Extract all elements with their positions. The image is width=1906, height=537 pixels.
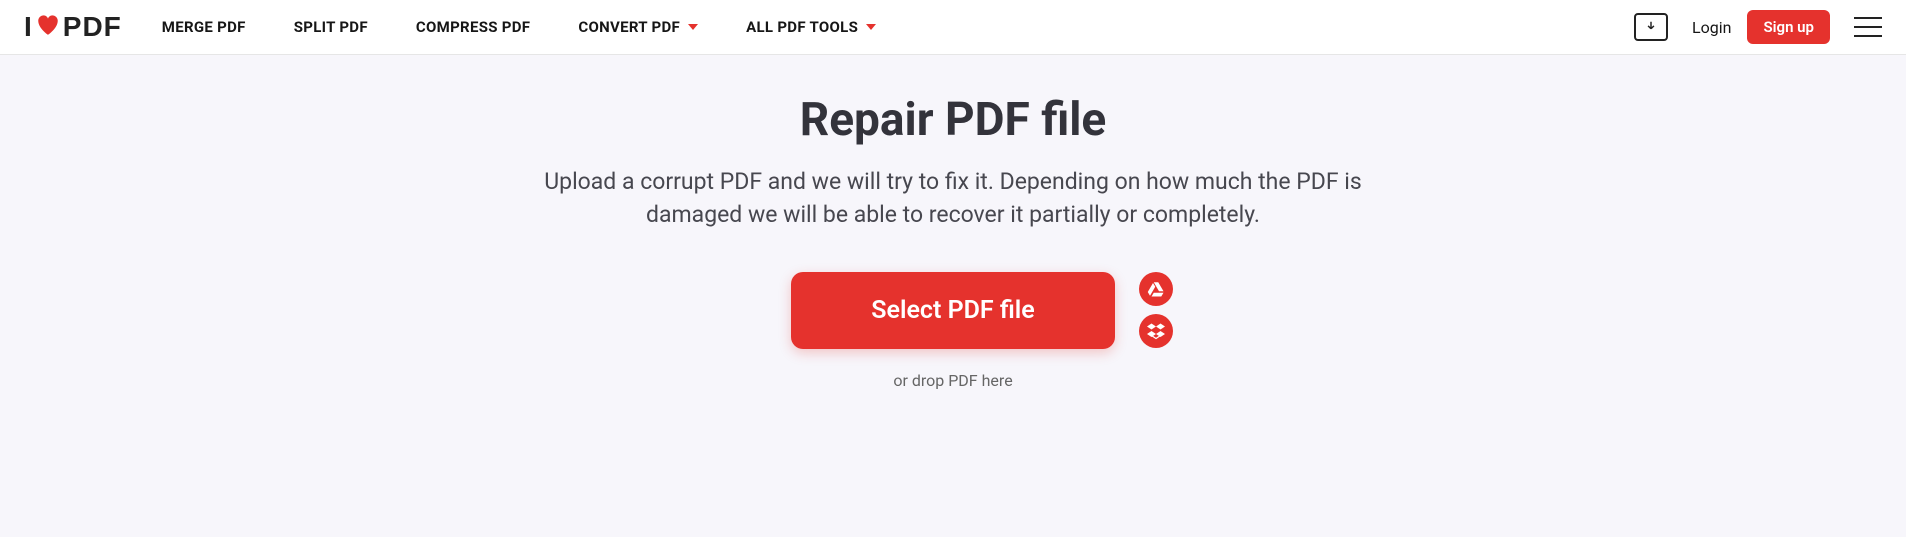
nav-convert-pdf[interactable]: CONVERT PDF bbox=[578, 18, 698, 36]
dropbox-button[interactable] bbox=[1139, 314, 1173, 348]
signup-button[interactable]: Sign up bbox=[1747, 10, 1830, 44]
drop-hint: or drop PDF here bbox=[0, 371, 1906, 390]
file-select-row: Select PDF file bbox=[0, 272, 1906, 349]
nav-all-pdf-tools[interactable]: ALL PDF TOOLS bbox=[746, 18, 876, 36]
nav-compress-pdf[interactable]: COMPRESS PDF bbox=[416, 18, 530, 36]
caret-down-icon bbox=[688, 24, 698, 30]
main-nav: MERGE PDF SPLIT PDF COMPRESS PDF CONVERT… bbox=[162, 18, 876, 36]
page-title: Repair PDF file bbox=[0, 93, 1906, 147]
cloud-upload-buttons bbox=[1139, 272, 1173, 348]
caret-down-icon bbox=[866, 24, 876, 30]
logo-text-right: PDF bbox=[63, 11, 122, 43]
google-drive-button[interactable] bbox=[1139, 272, 1173, 306]
login-link[interactable]: Login bbox=[1692, 18, 1731, 37]
dropbox-icon bbox=[1147, 322, 1165, 340]
download-icon bbox=[1644, 20, 1658, 34]
main-content: Repair PDF file Upload a corrupt PDF and… bbox=[0, 55, 1906, 390]
page-subtitle: Upload a corrupt PDF and we will try to … bbox=[543, 165, 1363, 232]
heart-icon bbox=[35, 11, 61, 43]
nav-split-pdf[interactable]: SPLIT PDF bbox=[294, 18, 368, 36]
hamburger-icon bbox=[1854, 17, 1882, 19]
desktop-download-button[interactable] bbox=[1634, 13, 1668, 41]
select-pdf-button[interactable]: Select PDF file bbox=[791, 272, 1114, 349]
logo[interactable]: I PDF bbox=[24, 11, 122, 43]
menu-button[interactable] bbox=[1854, 17, 1882, 37]
google-drive-icon bbox=[1147, 280, 1165, 298]
topbar: I PDF MERGE PDF SPLIT PDF COMPRESS PDF C… bbox=[0, 0, 1906, 55]
logo-text-left: I bbox=[24, 11, 33, 43]
nav-merge-pdf[interactable]: MERGE PDF bbox=[162, 18, 246, 36]
